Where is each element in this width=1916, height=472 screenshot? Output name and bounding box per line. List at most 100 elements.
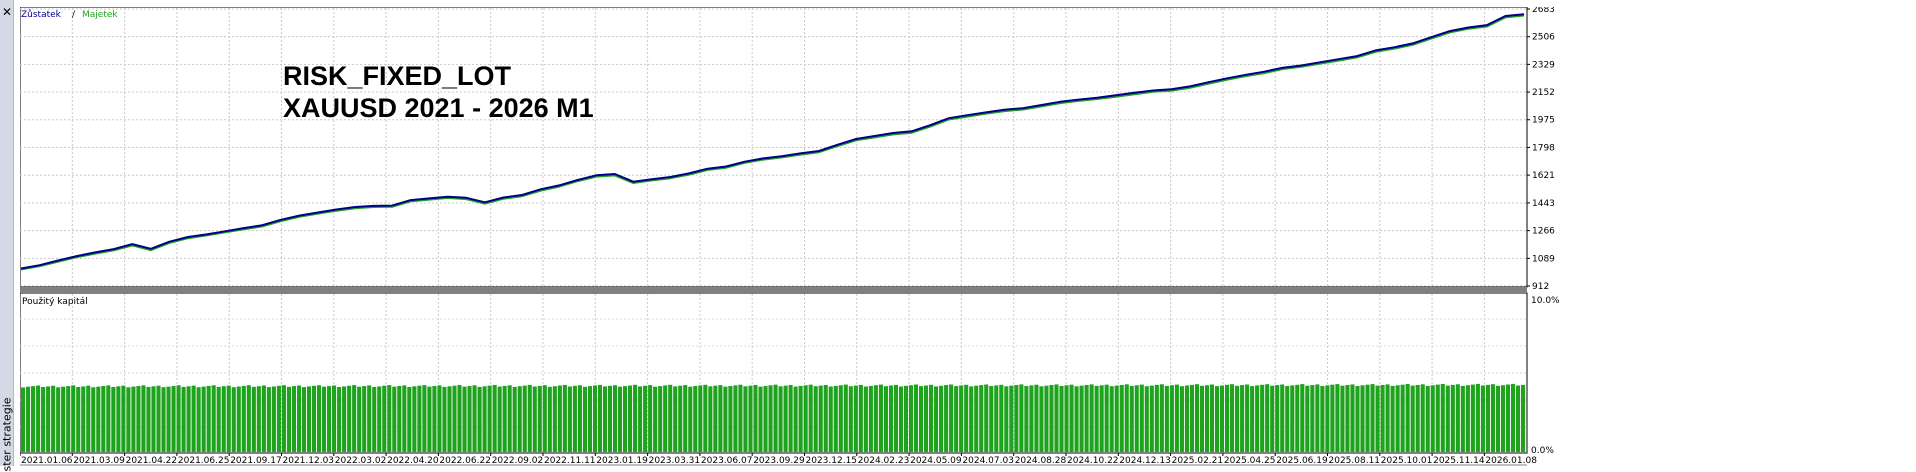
used-capital-bar xyxy=(994,385,999,452)
used-capital-bar xyxy=(1139,384,1144,452)
used-capital-bar xyxy=(803,385,808,452)
used-capital-bar xyxy=(527,384,532,452)
used-capital-bar xyxy=(1345,385,1350,452)
used-capital-bar xyxy=(492,385,497,452)
used-capital-bar xyxy=(342,386,347,452)
used-capital-bar xyxy=(1515,385,1521,452)
used-capital-bar xyxy=(1044,385,1049,452)
used-capital-bar xyxy=(648,385,653,452)
used-capital-bar xyxy=(873,385,878,452)
used-capital-bar xyxy=(924,385,929,452)
used-capital-bar xyxy=(643,385,648,452)
used-capital-bar xyxy=(537,385,542,452)
used-capital-bar xyxy=(1440,384,1445,452)
used-capital-bar xyxy=(432,386,437,452)
used-capital-bar xyxy=(1265,384,1270,452)
used-capital-bar xyxy=(316,385,322,452)
used-capital-bar xyxy=(337,387,342,452)
used-capital-bar xyxy=(793,386,798,452)
used-capital-bar xyxy=(959,385,964,452)
used-capital-bar xyxy=(372,387,377,452)
used-capital-bar xyxy=(1330,384,1335,452)
used-capital-bar xyxy=(597,384,603,452)
used-capital-bar xyxy=(1285,386,1290,452)
used-capital-bar xyxy=(311,385,317,452)
used-capital-bar xyxy=(507,385,512,452)
used-capital-bar xyxy=(1184,385,1189,452)
used-capital-bar xyxy=(146,386,151,452)
used-capital-bar xyxy=(728,386,733,452)
used-capital-bar xyxy=(66,386,71,452)
used-capital-bar xyxy=(1325,385,1330,452)
used-capital-bar xyxy=(1270,385,1275,452)
used-capital-bar xyxy=(407,387,412,452)
used-capital-bar xyxy=(256,386,261,452)
used-capital-bar xyxy=(86,385,91,452)
used-capital-bar xyxy=(1104,384,1109,452)
used-capital-bar xyxy=(236,386,241,452)
used-capital-bar xyxy=(502,385,507,452)
used-capital-bar xyxy=(51,385,56,452)
y-tick-label: 912 xyxy=(1532,282,1549,292)
used-capital-bar xyxy=(276,385,281,452)
y-tick-label: 2506 xyxy=(1532,33,1555,43)
balance-y-axis: 2683 2506 2329 2152 1975 1798 1621 1443 1266 1089… xyxy=(1527,5,1555,292)
tester-graph[interactable]: 2683 2506 2329 2152 1975 1798 1621 1443 1266 1089… xyxy=(19,5,1900,466)
used-capital-bar xyxy=(226,385,231,452)
close-icon[interactable]: ✕ xyxy=(1,6,13,18)
used-capital-bar xyxy=(191,385,196,452)
used-capital-bar xyxy=(1029,385,1034,452)
date-axis: 2021.01.06 2021.03.09 2021.04.22 2021.06.25… xyxy=(19,453,1537,466)
used-capital-bar xyxy=(658,386,663,452)
used-capital-bar xyxy=(1134,385,1139,452)
used-capital-bar xyxy=(893,384,899,452)
used-capital-bar xyxy=(462,386,467,452)
used-capital-bar xyxy=(482,386,487,452)
used-capital-bar xyxy=(778,386,783,452)
used-capital-bar xyxy=(833,385,838,452)
used-capital-bar xyxy=(427,386,432,452)
used-capital-bar xyxy=(296,385,302,452)
used-capital-bar xyxy=(788,385,793,452)
used-capital-bar xyxy=(1009,385,1014,452)
used-capital-bar xyxy=(1395,385,1400,452)
used-capital-bar xyxy=(1390,385,1395,452)
used-capital-bar xyxy=(1445,385,1450,452)
used-capital-bar xyxy=(723,386,728,452)
used-capital-bar xyxy=(763,386,768,452)
used-capital-bar xyxy=(1340,385,1345,452)
pane-separator[interactable] xyxy=(20,288,1527,292)
y-tick-label: 1975 xyxy=(1532,116,1555,126)
used-capital-bar xyxy=(181,386,186,452)
used-capital-bar xyxy=(452,385,457,452)
used-capital-bar xyxy=(76,387,81,452)
used-capital-bar xyxy=(673,386,678,452)
used-capital-bar xyxy=(1360,385,1365,452)
used-capital-bar xyxy=(186,386,191,452)
used-capital-bar xyxy=(1370,384,1375,452)
used-capital-bar xyxy=(1375,385,1380,452)
used-capital-bar xyxy=(41,387,46,452)
used-capital-bar xyxy=(1255,385,1260,452)
used-capital-bar xyxy=(1295,384,1300,452)
used-capital-bar xyxy=(1450,384,1455,452)
used-capital-bar xyxy=(1485,384,1490,452)
used-capital-bar xyxy=(863,386,868,452)
used-capital-bar xyxy=(352,385,357,452)
used-capital-bar xyxy=(472,385,477,452)
used-capital-bar xyxy=(913,384,919,452)
used-capital-bar xyxy=(1004,386,1009,452)
used-capital-bar xyxy=(1250,386,1255,452)
used-capital-bar xyxy=(1275,385,1280,452)
used-capital-bar xyxy=(26,386,31,452)
used-capital-bar xyxy=(1064,385,1069,452)
used-capital-bar xyxy=(96,386,101,452)
used-capital-bar xyxy=(1074,386,1079,452)
used-capital-bar xyxy=(121,385,126,452)
used-capital-bar xyxy=(447,386,452,452)
used-capital-bar xyxy=(617,386,623,452)
y-tick-label: 2152 xyxy=(1532,88,1555,98)
used-capital-bar xyxy=(818,385,823,452)
used-capital-bar xyxy=(853,385,858,452)
used-capital-bar xyxy=(888,385,893,452)
